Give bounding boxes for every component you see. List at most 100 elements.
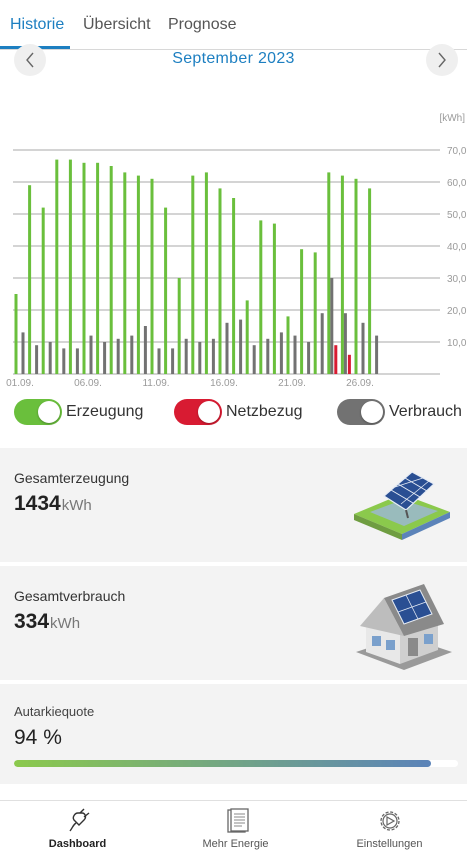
verbrauch-bar (330, 278, 334, 374)
verbrauch-label: Verbrauch (389, 403, 462, 420)
tab-uebersicht[interactable]: Übersicht (83, 16, 151, 34)
gesamterzeugung-card[interactable]: Gesamterzeugung 1434kWh (0, 448, 467, 562)
nav-dashboard-label: Dashboard (48, 838, 107, 850)
y-tick-label: 10,0 (447, 338, 467, 349)
verbrauch-switch[interactable] (337, 399, 385, 425)
erzeugung-bar (82, 162, 86, 374)
bottom-navigation: Dashboard Mehr Energie Einstellungen (0, 800, 467, 856)
verbrauch-bar (21, 332, 25, 374)
erzeugung-bar (204, 172, 208, 374)
netzbezug-switch[interactable] (174, 399, 222, 425)
erzeugung-bar (313, 252, 317, 374)
autarkiequote-title: Autarkiequote (14, 704, 95, 719)
y-tick-label: 40,0 (447, 242, 467, 253)
tab-bar: Historie Übersicht Prognose (0, 0, 467, 50)
erzeugung-bar (28, 185, 32, 374)
verbrauch-bar (35, 345, 39, 374)
erzeugung-bar (123, 172, 127, 374)
toggle-erzeugung[interactable]: Erzeugung (14, 399, 143, 425)
y-tick-label: 20,0 (447, 306, 467, 317)
autarkiequote-progress (14, 760, 458, 767)
netzbezug-label: Netzbezug (226, 403, 303, 420)
verbrauch-bar (157, 348, 161, 374)
document-icon (226, 808, 249, 833)
verbrauch-bar (198, 342, 202, 374)
x-tick-label: 16.09. (210, 378, 238, 389)
verbrauch-bar (184, 338, 188, 374)
y-tick-label: 70,0 (447, 146, 467, 157)
verbrauch-bar (130, 335, 134, 374)
x-tick-label: 26.09. (346, 378, 374, 389)
erzeugung-bar (327, 172, 331, 374)
verbrauch-bar (103, 342, 107, 374)
erzeugung-bar (354, 178, 358, 374)
nav-mehr-energie[interactable]: Mehr Energie (158, 807, 313, 850)
erzeugung-switch[interactable] (14, 399, 62, 425)
erzeugung-bar (340, 175, 344, 374)
erzeugung-bar (259, 220, 263, 374)
autarkiequote-value: 94 % (14, 726, 62, 749)
month-title: September 2023 (172, 50, 295, 67)
nav-dashboard[interactable]: Dashboard (0, 807, 155, 850)
gesamtverbrauch-title: Gesamtverbrauch (14, 588, 126, 604)
erzeugung-bar (191, 175, 195, 374)
verbrauch-bar (211, 338, 215, 374)
verbrauch-bar (143, 326, 147, 374)
x-tick-label: 11.09. (142, 378, 169, 389)
verbrauch-bar (252, 345, 256, 374)
energy-bar-chart: [kWh] 70,0 60,0 50,0 40,0 30,0 20,0 10,0 01.09. 0… (6, 113, 467, 389)
erzeugung-bar (368, 188, 372, 374)
verbrauch-bar (343, 313, 347, 374)
verbrauch-bar (307, 342, 311, 374)
toggle-verbrauch[interactable]: Verbrauch (337, 399, 462, 425)
erzeugung-bar (14, 294, 18, 374)
erzeugung-bar (136, 175, 140, 374)
netzbezug-bar (347, 354, 351, 374)
verbrauch-bar (375, 335, 379, 374)
gesamtverbrauch-card[interactable]: Gesamtverbrauch 334kWh (0, 566, 467, 680)
nav-mehr-energie-label: Mehr Energie (202, 838, 269, 850)
y-tick-label: 30,0 (447, 274, 467, 285)
verbrauch-bar (320, 313, 324, 374)
y-tick-label: 60,0 (447, 178, 467, 189)
gesamterzeugung-title: Gesamterzeugung (14, 470, 130, 486)
verbrauch-bar (293, 335, 297, 374)
erzeugung-bar (41, 207, 45, 374)
verbrauch-bar (239, 319, 243, 374)
next-month-button[interactable] (426, 44, 458, 76)
verbrauch-bar (48, 342, 52, 374)
verbrauch-bar (89, 335, 93, 374)
erzeugung-bar (96, 162, 100, 374)
y-axis-unit: [kWh] (439, 113, 465, 124)
gesamterzeugung-value: 1434kWh (14, 492, 92, 515)
verbrauch-bar (361, 322, 365, 374)
erzeugung-bar (218, 188, 222, 374)
erzeugung-bar (286, 316, 290, 374)
tab-historie[interactable]: Historie (10, 16, 64, 34)
erzeugung-bar (55, 159, 59, 374)
verbrauch-bar (62, 348, 66, 374)
app: Historie Übersicht Prognose September 20… (0, 0, 467, 856)
series-toggles: Erzeugung Netzbezug Verbrauch (0, 399, 467, 427)
chevron-right-icon (438, 52, 446, 68)
nav-einstellungen[interactable]: Einstellungen (312, 807, 467, 850)
autarkiequote-card[interactable]: Autarkiequote 94 % (0, 684, 467, 784)
toggle-netzbezug[interactable]: Netzbezug (174, 399, 303, 425)
tab-prognose[interactable]: Prognose (168, 16, 237, 34)
erzeugung-bar (109, 166, 113, 374)
verbrauch-bar (266, 338, 270, 374)
erzeugung-bar (272, 223, 276, 374)
erzeugung-bar (177, 278, 181, 374)
autarkiequote-progress-fill (14, 760, 432, 767)
erzeugung-bar (68, 159, 72, 374)
plug-icon (68, 808, 89, 832)
verbrauch-bar (171, 348, 175, 374)
nav-einstellungen-label: Einstellungen (356, 838, 423, 850)
erzeugung-bar (164, 207, 168, 374)
erzeugung-bar (232, 198, 236, 374)
x-tick-label: 01.09. (6, 378, 34, 389)
house-solar-icon (356, 584, 452, 670)
erzeugung-bar (150, 178, 154, 374)
verbrauch-bar (116, 338, 120, 374)
verbrauch-bar (75, 348, 79, 374)
